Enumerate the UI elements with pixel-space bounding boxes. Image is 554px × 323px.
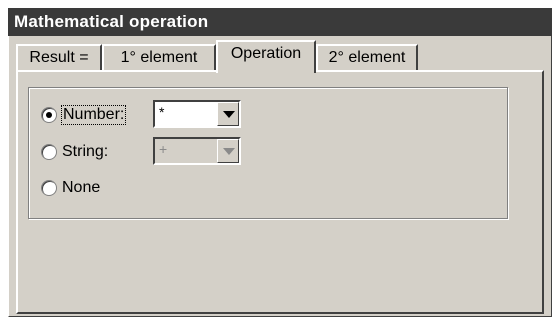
tab-operation-label: Operation xyxy=(230,45,302,62)
tab-second-element-label: 2° element xyxy=(328,49,406,66)
radio-number-label: Number: xyxy=(60,105,127,125)
number-operator-select[interactable]: * xyxy=(153,100,241,128)
string-operator-select: + xyxy=(153,137,241,165)
window-title: Mathematical operation xyxy=(8,8,552,36)
radio-none-label: None xyxy=(62,179,101,196)
tab-strip: Result = 1° element 2° element Operation xyxy=(16,40,544,73)
radio-number[interactable]: Number: xyxy=(41,103,127,127)
tab-first-element[interactable]: 1° element xyxy=(102,44,216,71)
radio-string-button[interactable] xyxy=(41,144,57,160)
radio-string[interactable]: String: xyxy=(41,140,108,164)
tab-content: Number: * String: + None xyxy=(16,70,544,314)
tab-result-label: Result = xyxy=(29,49,89,66)
radio-number-button[interactable] xyxy=(41,107,57,123)
tab-second-element[interactable]: 2° element xyxy=(316,44,418,71)
number-operator-value: * xyxy=(159,104,165,120)
tab-operation[interactable]: Operation xyxy=(216,40,316,73)
radio-none[interactable]: None xyxy=(41,176,100,200)
radio-none-button[interactable] xyxy=(41,180,57,196)
string-operator-value: + xyxy=(159,141,168,157)
chevron-down-icon xyxy=(217,139,239,163)
tab-result[interactable]: Result = xyxy=(16,44,102,71)
operation-groupbox: Number: * String: + None xyxy=(28,87,508,219)
radio-string-label: String: xyxy=(62,143,109,160)
chevron-down-icon[interactable] xyxy=(217,102,239,126)
tab-first-element-label: 1° element xyxy=(120,49,198,66)
